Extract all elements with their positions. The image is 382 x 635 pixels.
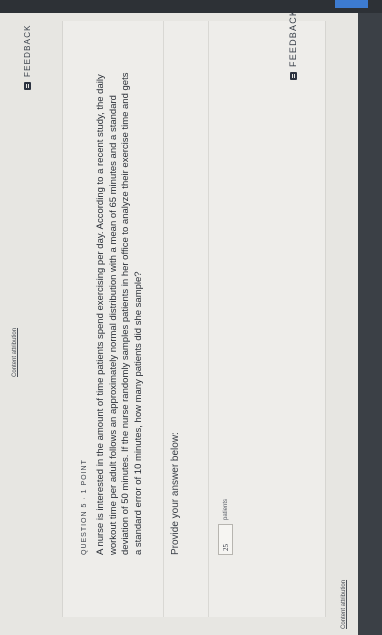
feedback-icon bbox=[24, 82, 31, 90]
question-text: A nurse is interested in the amount of t… bbox=[95, 72, 144, 555]
divider bbox=[208, 21, 209, 617]
divider bbox=[163, 21, 164, 617]
answer-row: 25 patients bbox=[218, 499, 233, 555]
answer-prompt: Provide your answer below: bbox=[170, 432, 181, 555]
answer-unit: patients bbox=[222, 498, 229, 520]
screen-edge bbox=[358, 13, 382, 635]
page: Content attribution FEEDBACK QUESTION 5 … bbox=[0, 9, 358, 635]
feedback-button-bottom[interactable]: FEEDBACK bbox=[288, 9, 298, 80]
content-attribution-link[interactable]: Content attribution bbox=[12, 328, 18, 377]
feedback-label: FEEDBACK bbox=[23, 24, 32, 77]
feedback-button[interactable]: FEEDBACK bbox=[23, 24, 32, 90]
feedback-icon bbox=[289, 72, 297, 80]
scrollbar-track[interactable] bbox=[0, 0, 382, 13]
question-card: QUESTION 5 · 1 POINT A nurse is interest… bbox=[62, 21, 326, 617]
top-bar: Content attribution FEEDBACK bbox=[0, 13, 55, 635]
feedback-label: FEEDBACK bbox=[288, 8, 298, 67]
question-header: QUESTION 5 · 1 POINT bbox=[81, 459, 88, 555]
screen: Content attribution FEEDBACK QUESTION 5 … bbox=[0, 0, 382, 635]
content-attribution-link-bottom[interactable]: Content attribution bbox=[341, 580, 347, 629]
answer-input[interactable]: 25 bbox=[218, 524, 233, 555]
side-tab[interactable] bbox=[335, 0, 368, 8]
